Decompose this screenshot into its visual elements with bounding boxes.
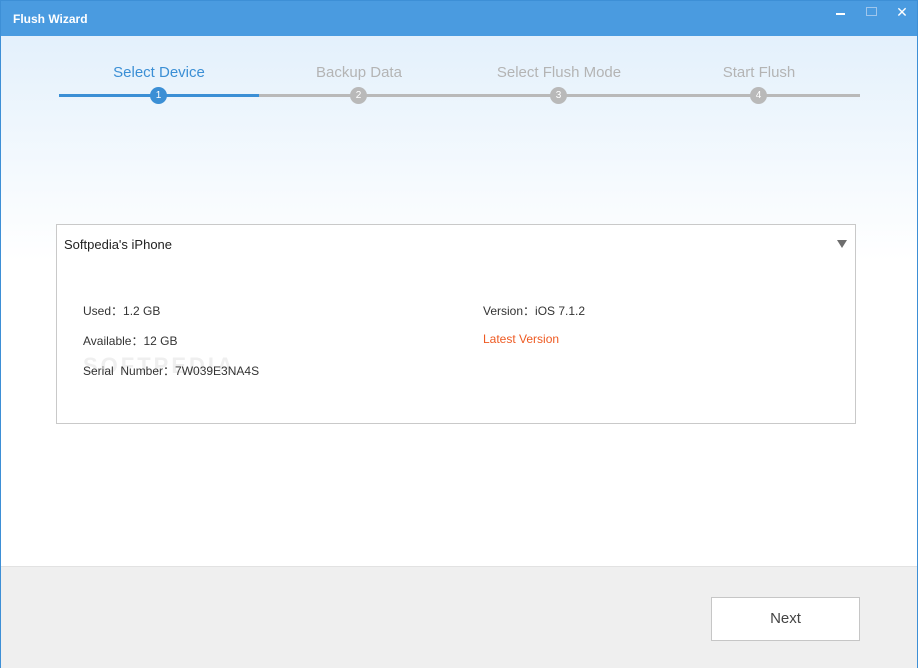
step-label-select-flush-mode: Select Flush Mode <box>496 64 622 81</box>
wizard-steps: Select Device Backup Data Select Flush M… <box>59 59 860 109</box>
step-label-select-device: Select Device <box>113 64 205 81</box>
minimize-icon <box>836 13 845 15</box>
step-indicator-4: 4 <box>750 87 767 104</box>
serial-number: Serial Number：7W039E3NA4S <box>83 364 260 378</box>
maximize-icon <box>866 7 877 16</box>
minimize-button[interactable] <box>827 3 853 21</box>
close-icon: ✕ <box>896 4 908 20</box>
dropdown-arrow-icon[interactable] <box>837 240 847 248</box>
flush-wizard-window: Flush Wizard ✕ Select Device Backup Data… <box>0 0 918 668</box>
step-label-backup-data: Backup Data <box>316 64 402 81</box>
device-dropdown[interactable]: Softpedia's iPhone <box>56 224 856 264</box>
step-indicator-3: 3 <box>550 87 567 104</box>
used-storage: Used：1.2 GB <box>83 304 161 318</box>
device-dropdown-value: Softpedia's iPhone <box>64 237 173 252</box>
title-bar[interactable]: Flush Wizard ✕ <box>1 1 917 36</box>
available-storage: Available：12 GB <box>83 334 178 348</box>
window-title: Flush Wizard <box>13 12 88 26</box>
maximize-button[interactable] <box>858 3 884 21</box>
close-button[interactable]: ✕ <box>889 3 915 21</box>
ios-version: Version：iOS 7.1.2 <box>483 304 586 318</box>
version-status: Latest Version <box>483 332 560 346</box>
footer-bar: Next <box>1 566 917 668</box>
step-label-start-flush: Start Flush <box>722 64 796 81</box>
step-indicator-1: 1 <box>150 87 167 104</box>
next-button[interactable]: Next <box>711 597 860 641</box>
step-indicator-2: 2 <box>350 87 367 104</box>
